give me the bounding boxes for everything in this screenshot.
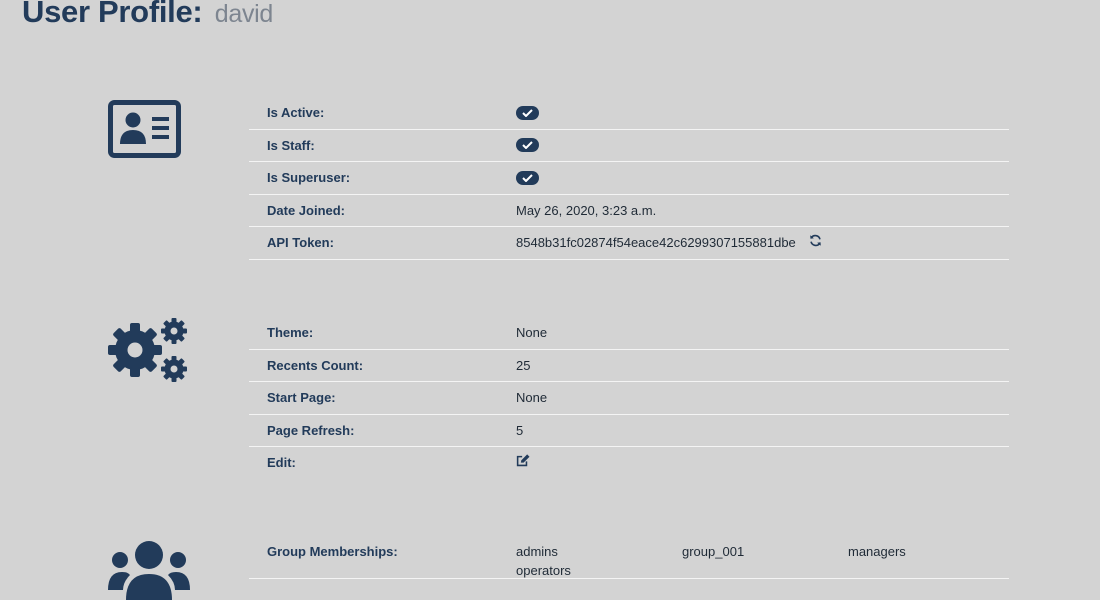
table-row-start-page: Start Page: None	[249, 382, 1009, 415]
row-label: Page Refresh:	[267, 422, 355, 438]
table-row-group-memberships: Group Memberships: admins group_001 mana…	[249, 536, 1009, 579]
row-value: 8548b31fc02874f54eace42c6299307155881dbe	[516, 227, 822, 260]
table-row-edit: Edit:	[249, 447, 1009, 480]
page-title: User Profile: david	[22, 0, 273, 30]
table-row-is-active: Is Active:	[249, 97, 1009, 130]
row-value: None	[516, 390, 548, 405]
group-item: operators	[516, 563, 571, 578]
row-label: Is Staff:	[267, 137, 315, 153]
api-token-value: 8548b31fc02874f54eace42c6299307155881dbe	[516, 235, 796, 250]
id-card-icon	[108, 100, 181, 158]
row-label: Group Memberships:	[267, 544, 398, 559]
row-value: 25	[516, 357, 531, 373]
row-value	[516, 97, 539, 129]
group-item: managers	[848, 544, 906, 559]
row-label: Edit:	[267, 455, 296, 470]
table-row-recents-count: Recents Count: 25	[249, 350, 1009, 382]
row-value: May 26, 2020, 3:23 a.m.	[516, 202, 657, 218]
row-label: Recents Count:	[267, 357, 364, 373]
group-list: admins group_001 managers operators	[516, 544, 1016, 579]
row-label: Start Page:	[267, 390, 336, 405]
refresh-icon[interactable]	[809, 227, 822, 259]
account-table: Is Active: Is Staff: Is Superuser: Date …	[249, 97, 1009, 260]
edit-icon[interactable]	[516, 447, 530, 479]
table-row-theme: Theme: None	[249, 317, 1009, 350]
row-label: Date Joined:	[267, 202, 346, 218]
row-label: API Token:	[267, 235, 334, 250]
table-row-is-superuser: Is Superuser:	[249, 162, 1009, 195]
group-item: admins	[516, 544, 558, 559]
checkmark-icon	[516, 138, 539, 153]
row-value: None	[516, 325, 548, 340]
page-title-label: User Profile:	[22, 0, 203, 29]
row-label: Is Superuser:	[267, 170, 351, 185]
table-row-page-refresh: Page Refresh: 5	[249, 415, 1009, 447]
table-row-date-joined: Date Joined: May 26, 2020, 3:23 a.m.	[249, 195, 1009, 227]
row-label: Is Active:	[267, 105, 325, 120]
row-label: Theme:	[267, 325, 314, 340]
row-value	[516, 162, 539, 194]
group-item: group_001	[682, 544, 745, 559]
row-value: 5	[516, 422, 524, 438]
table-row-is-staff: Is Staff:	[249, 130, 1009, 162]
checkmark-icon	[516, 170, 539, 185]
checkmark-icon	[516, 105, 539, 120]
groups-table: Group Memberships: admins group_001 mana…	[249, 536, 1009, 579]
page-title-username: david	[214, 0, 274, 28]
row-value	[516, 447, 530, 480]
preferences-table: Theme: None Recents Count: 25 Start Page…	[249, 317, 1009, 480]
table-row-api-token: API Token: 8548b31fc02874f54eace42c62993…	[249, 227, 1009, 260]
users-icon	[108, 540, 190, 600]
row-value	[516, 130, 539, 162]
gears-icon	[107, 318, 190, 384]
